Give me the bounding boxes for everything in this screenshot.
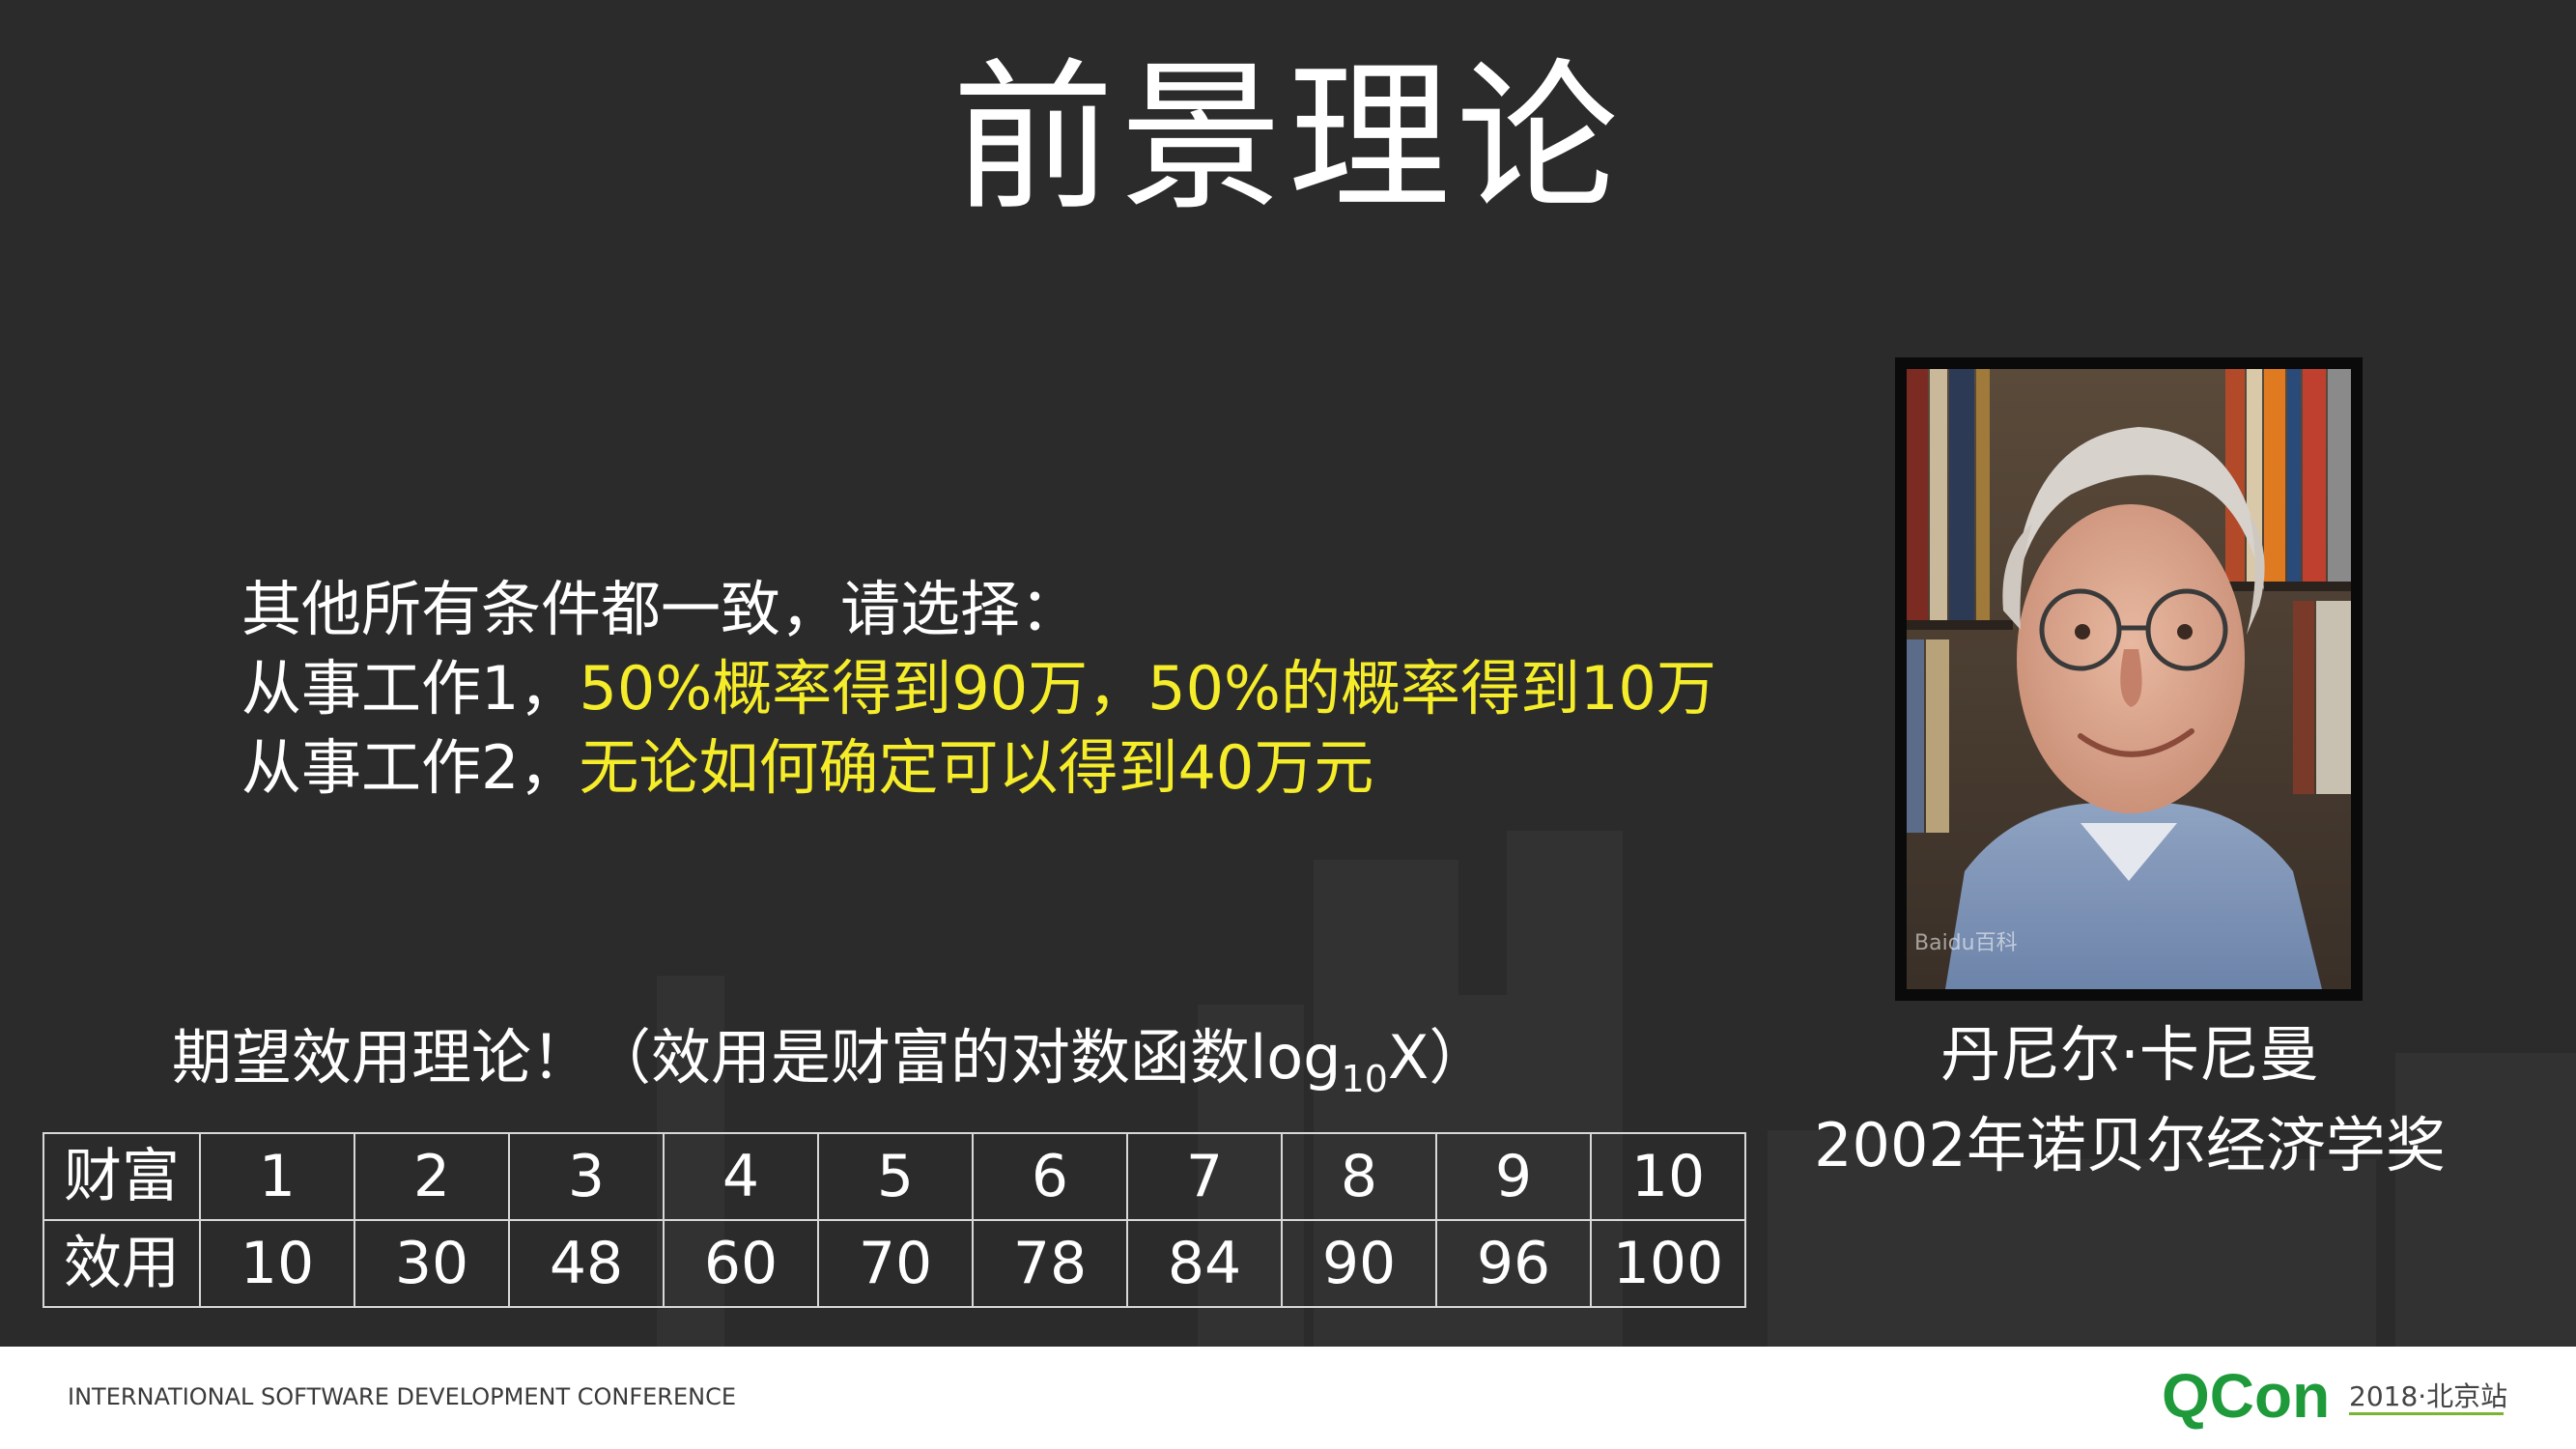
slide-title: 前景理论 [951,43,1625,233]
portrait-frame: Baidu百科 [1895,357,2363,1001]
wealth-cell: 8 [1281,1132,1437,1221]
eu-title-subscript: 10 [1341,1058,1388,1100]
row-header-utility: 效用 [42,1219,201,1308]
question-line-1: 其他所有条件都一致，请选择： [241,574,1081,644]
utility-cell: 90 [1281,1219,1437,1308]
eu-title-end: X） [1387,1022,1489,1093]
conference-name: INTERNATIONAL SOFTWARE DEVELOPMENT CONFE… [68,1383,737,1410]
qcon-logo-text: QCon [2162,1361,2330,1431]
qcon-logo: QCon [2162,1361,2330,1431]
question-line-3: 从事工作2，无论如何确定可以得到40万元 [241,728,1716,808]
qcon-logo-underline [2349,1412,2504,1415]
utility-cell: 48 [508,1219,665,1308]
wealth-cell: 3 [508,1132,665,1221]
utility-table: 财富 1 2 3 4 5 6 7 8 9 10 效用 10 30 48 60 7… [42,1132,1746,1308]
utility-row: 效用 10 30 48 60 70 78 84 90 96 100 [42,1219,1746,1308]
utility-cell: 78 [972,1219,1128,1308]
utility-cell: 84 [1126,1219,1283,1308]
photo-watermark: Baidu百科 [1914,931,2018,955]
wealth-cell: 4 [663,1132,819,1221]
row-header-wealth: 财富 [42,1132,201,1221]
wealth-row: 财富 1 2 3 4 5 6 7 8 9 10 [42,1132,1746,1221]
utility-cell: 100 [1590,1219,1746,1308]
eu-title-main: 期望效用理论！（效用是财富的对数函数log [172,1022,1342,1093]
portrait-caption: 丹尼尔·卡尼曼 2002年诺贝尔经济学奖 [1768,1009,2492,1191]
utility-cell: 96 [1435,1219,1592,1308]
wealth-cell: 7 [1126,1132,1283,1221]
utility-cell: 60 [663,1219,819,1308]
utility-cell: 30 [354,1219,510,1308]
qcon-logo-suffix: 2018·北京站 [2349,1380,2508,1412]
question-line-2: 从事工作1，50%概率得到90万，50%的概率得到10万 [241,649,1716,728]
expected-utility-title: 期望效用理论！（效用是财富的对数函数log10X） [172,1019,1488,1118]
option-2-detail: 无论如何确定可以得到40万元 [579,732,1374,803]
wealth-cell: 10 [1590,1132,1746,1221]
wealth-cell: 5 [817,1132,974,1221]
person-name: 丹尼尔·卡尼曼 [1940,1019,2319,1090]
person-award: 2002年诺贝尔经济学奖 [1814,1110,2446,1180]
option-1-detail: 50%概率得到90万，50%的概率得到10万 [579,653,1716,724]
wealth-cell: 1 [199,1132,355,1221]
option-1-label: 从事工作1， [241,653,580,724]
wealth-cell: 6 [972,1132,1128,1221]
utility-cell: 70 [817,1219,974,1308]
utility-cell: 10 [199,1219,355,1308]
slide: 前景理论 其他所有条件都一致，请选择： 从事工作1，50%概率得到90万，50%… [0,0,2576,1347]
wealth-cell: 9 [1435,1132,1592,1221]
question-text: 其他所有条件都一致，请选择： 从事工作1，50%概率得到90万，50%的概率得到… [241,570,1716,808]
option-2-label: 从事工作2， [241,732,580,803]
wealth-cell: 2 [354,1132,510,1221]
portrait-photo [1907,369,2351,989]
